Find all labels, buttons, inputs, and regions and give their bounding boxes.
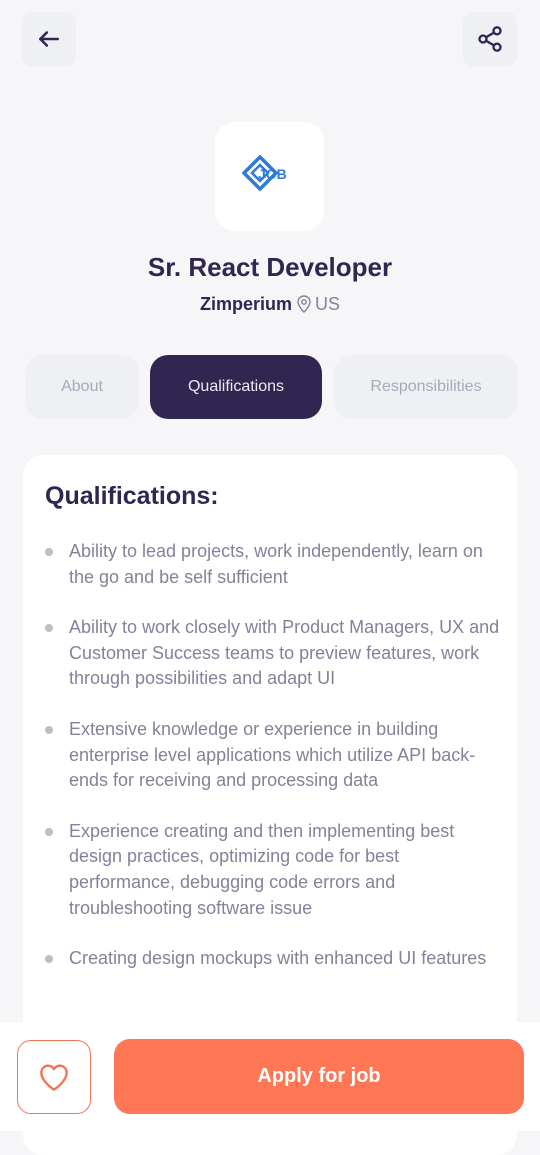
share-button[interactable] — [463, 12, 517, 66]
footer-bar: Apply for job — [0, 1022, 540, 1131]
company-name: Zimperium — [199, 294, 292, 314]
job-title: Sr. React Developer — [147, 252, 393, 282]
list-item: Ability to work closely with Product Man… — [39, 615, 509, 692]
bullet-icon — [45, 725, 53, 734]
bullet-icon — [45, 548, 53, 556]
list-item: Extensive knowledge or experience in bui… — [39, 717, 509, 794]
tab-bar: About Qualifications Responsibilities — [0, 355, 540, 419]
arrow-left-icon — [39, 31, 59, 47]
tab-about[interactable]: About — [25, 355, 139, 419]
tab-responsibilities[interactable]: Responsibilities — [334, 355, 518, 419]
company-location-row: Zimperium US — [0, 290, 540, 318]
company-logo: JOB — [215, 122, 324, 231]
back-button[interactable] — [22, 12, 76, 66]
list-item-text: Creating design mockups with enhanced UI… — [69, 948, 487, 969]
svg-text:JOB: JOB — [258, 166, 287, 182]
qualifications-list: Ability to lead projects, work independe… — [39, 539, 509, 997]
section-title: Qualifications: — [45, 482, 219, 510]
list-item: Creating design mockups with enhanced UI… — [39, 946, 509, 972]
like-button[interactable] — [17, 1040, 91, 1114]
job-logo-icon: JOB — [241, 154, 287, 191]
apply-button[interactable]: Apply for job — [114, 1039, 524, 1114]
list-item-text: Extensive knowledge or experience in bui… — [69, 718, 476, 791]
bullet-icon — [45, 827, 53, 836]
list-item: Experience creating and then implementin… — [39, 819, 509, 921]
bullet-icon — [45, 955, 53, 964]
share-icon — [478, 26, 502, 52]
location-text: US — [315, 294, 341, 314]
list-item-text: Ability to work closely with Product Man… — [69, 617, 500, 689]
bullet-icon — [45, 624, 53, 633]
list-item-text: Experience creating and then implementin… — [69, 820, 455, 918]
tab-qualifications[interactable]: Qualifications — [150, 355, 322, 419]
location-pin-icon — [297, 295, 311, 313]
list-item-text: Ability to lead projects, work independe… — [69, 541, 483, 587]
list-item: Ability to lead projects, work independe… — [39, 539, 509, 590]
heart-icon — [40, 1064, 68, 1091]
